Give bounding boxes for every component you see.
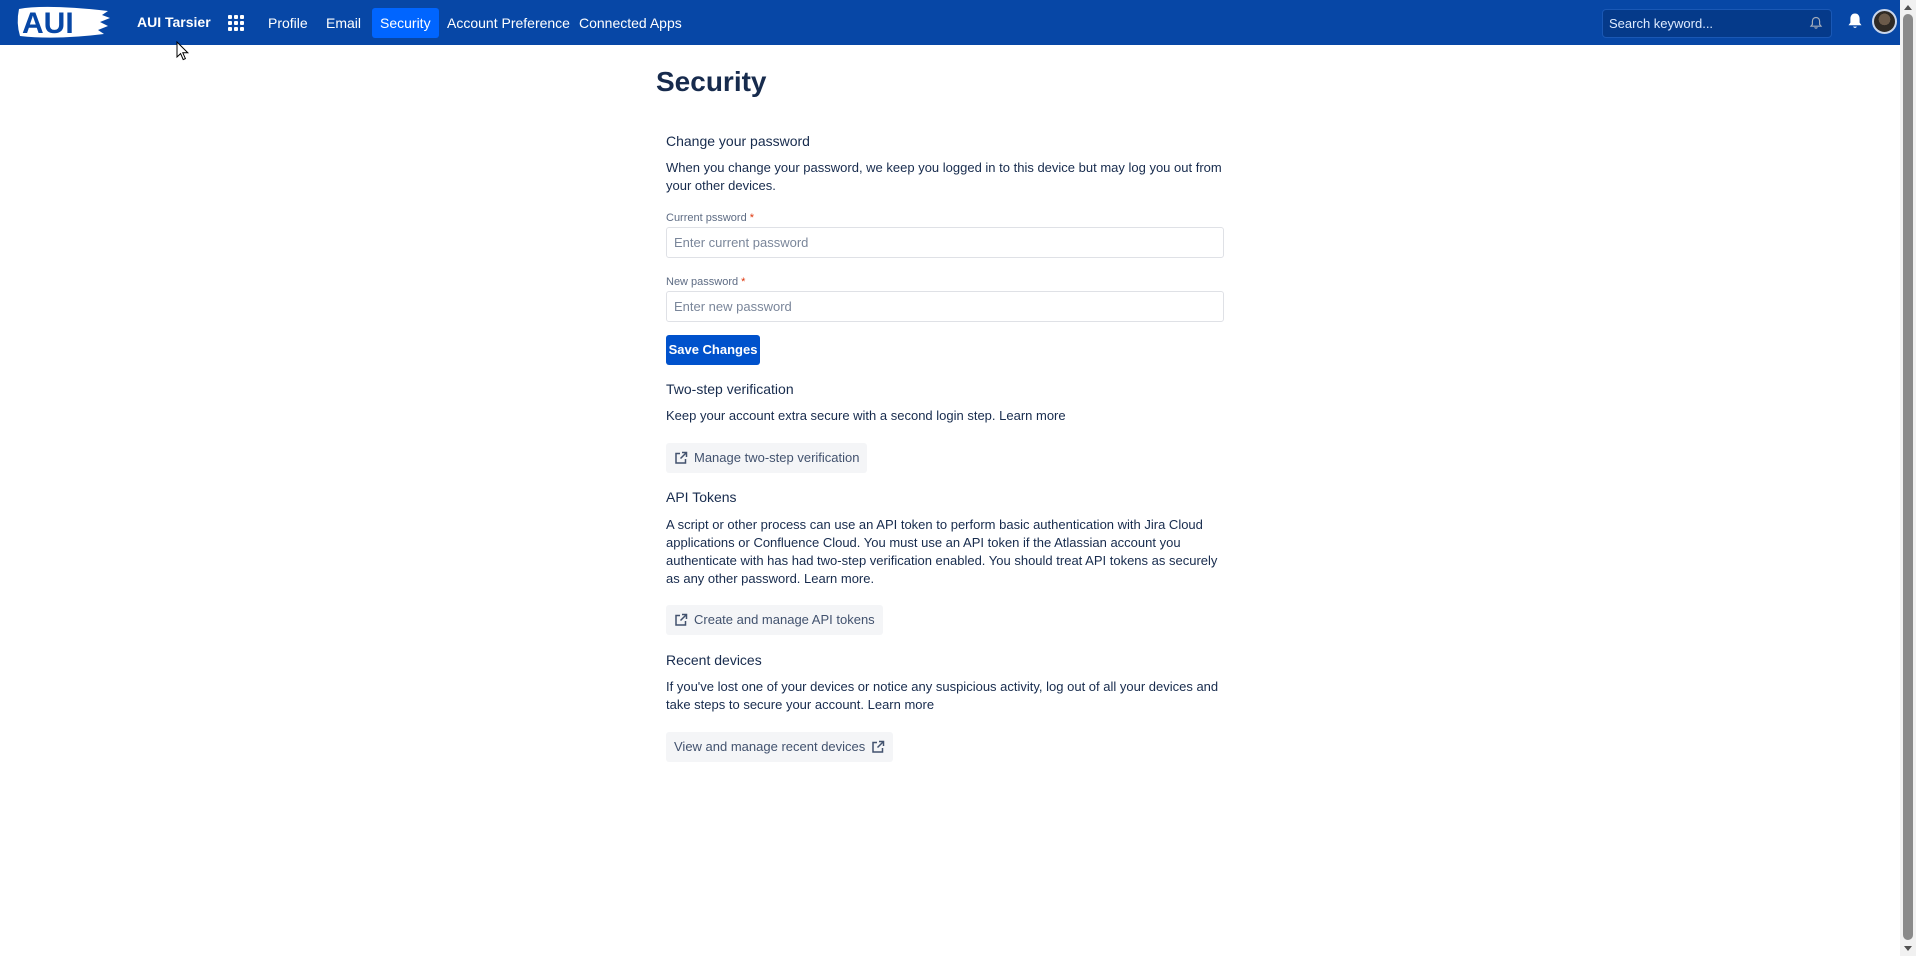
new-password-label: New password * <box>666 275 745 289</box>
current-password-field[interactable] <box>666 227 1224 258</box>
view-recent-devices-label: View and manage recent devices <box>674 739 866 754</box>
recent-devices-description: If you've lost one of your devices or no… <box>666 679 1219 712</box>
app-switcher-icon[interactable] <box>226 13 244 31</box>
mouse-pointer-icon <box>176 41 190 61</box>
page-scrollbar[interactable] <box>1900 0 1916 956</box>
create-api-tokens-button[interactable]: Create and manage API tokens <box>666 605 883 635</box>
nav-connected-apps[interactable]: Connected Apps <box>571 8 690 38</box>
manage-two-step-label: Manage two-step verification <box>694 450 860 465</box>
brand-name[interactable]: AUI Tarsier <box>137 13 211 31</box>
nav-account-preference[interactable]: Account Preference <box>439 8 578 38</box>
api-tokens-heading: API Tokens <box>666 489 737 505</box>
view-recent-devices-button[interactable]: View and manage recent devices <box>666 732 894 762</box>
create-api-tokens-label: Create and manage API tokens <box>694 612 875 627</box>
manage-two-step-button[interactable]: Manage two-step verification <box>666 443 868 473</box>
change-password-description: When you change your password, we keep y… <box>666 160 1222 193</box>
required-marker: * <box>741 276 746 288</box>
top-navigation-bar: AUI AUI Tarsier Profile Email Security A… <box>0 0 1900 45</box>
search-box <box>1602 9 1832 38</box>
nav-profile[interactable]: Profile <box>260 8 316 38</box>
current-password-label-text: Current pssword <box>666 212 747 224</box>
new-password-field[interactable] <box>666 291 1224 322</box>
avatar[interactable] <box>1872 9 1897 34</box>
notification-bell-icon[interactable] <box>1809 16 1823 30</box>
current-password-label: Current pssword * <box>666 211 754 225</box>
bell-icon[interactable] <box>1846 12 1864 31</box>
scroll-up-arrow-icon[interactable] <box>1904 5 1912 10</box>
svg-text:AUI: AUI <box>22 7 74 40</box>
scroll-down-arrow-icon[interactable] <box>1904 946 1912 951</box>
external-link-icon <box>675 613 688 626</box>
scrollbar-thumb[interactable] <box>1903 14 1913 940</box>
required-marker: * <box>749 212 754 224</box>
external-link-icon <box>675 451 688 464</box>
api-tokens-description: A script or other process can use an API… <box>666 517 1218 586</box>
nav-security[interactable]: Security <box>372 8 439 38</box>
recent-devices-heading: Recent devices <box>666 652 762 668</box>
page-title: Security <box>656 66 767 97</box>
new-password-label-text: New password <box>666 276 739 288</box>
two-step-description: Keep your account extra secure with a se… <box>666 408 1066 423</box>
search-input[interactable] <box>1603 10 1803 37</box>
two-step-heading: Two-step verification <box>666 381 794 397</box>
change-password-heading: Change your password <box>666 133 810 149</box>
aui-logo[interactable]: AUI <box>16 3 110 40</box>
external-link-icon <box>872 740 885 753</box>
nav-email[interactable]: Email <box>318 8 369 38</box>
save-changes-button[interactable]: Save Changes <box>666 335 760 365</box>
